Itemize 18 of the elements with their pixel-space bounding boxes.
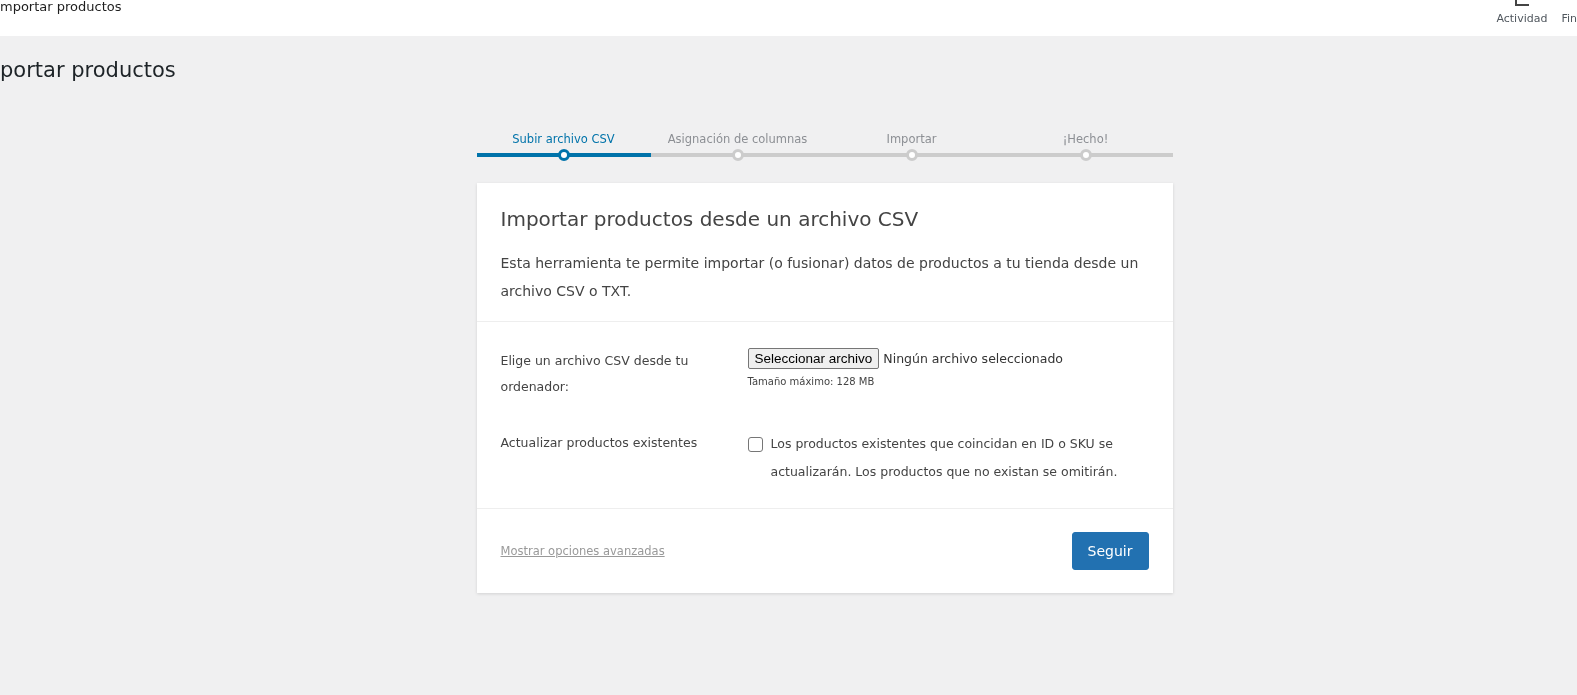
card-title: Importar productos desde un archivo CSV	[500, 207, 920, 231]
checkbox-description: Los productos existentes que coincidan en ID o SKU se actualizarán. Los productos que no existan se omitirán.	[770, 435, 1119, 481]
step-label: ¡Hecho!	[1062, 132, 1109, 146]
continue-button[interactable]: Seguir	[1071, 532, 1149, 570]
file-size-hint: Tamaño máximo: 128 MB	[747, 376, 876, 387]
step-label: Importar	[886, 132, 937, 146]
page-header-title: mportar productos	[0, 0, 122, 14]
card-description: Esta herramienta te permite importar (o fusionar) datos de productos a tu tienda desde un archivo CSV o TXT.	[500, 254, 1140, 301]
checkbox[interactable]	[747, 437, 763, 452]
step-label: Asignación de columnas	[667, 132, 808, 146]
file-status: Ningún archivo seleccionado	[883, 351, 1064, 366]
page-title: portar productos	[0, 58, 177, 82]
step-label: Subir archivo CSV	[512, 132, 615, 146]
header-action[interactable]: Actividad	[1496, 12, 1548, 25]
choose-file-button[interactable]: Seleccionar archivo	[747, 348, 880, 369]
field-label: Elige un archivo CSV desde tu ordenador:	[500, 352, 690, 396]
header-action[interactable]: Fin	[1561, 12, 1577, 25]
field-label: Actualizar productos existentes	[500, 434, 699, 452]
